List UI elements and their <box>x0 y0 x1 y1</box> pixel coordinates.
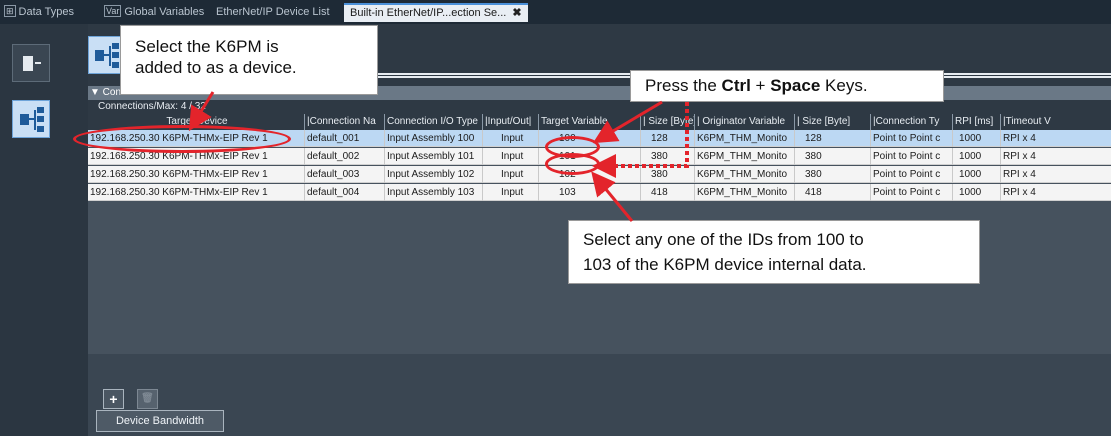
arrow-to-variable-100 <box>592 100 663 144</box>
arrow-to-device <box>188 91 215 132</box>
arrow-to-variable-101 <box>591 171 634 222</box>
dashed-arrow-path <box>612 102 689 168</box>
annotation-arrows <box>188 91 689 222</box>
